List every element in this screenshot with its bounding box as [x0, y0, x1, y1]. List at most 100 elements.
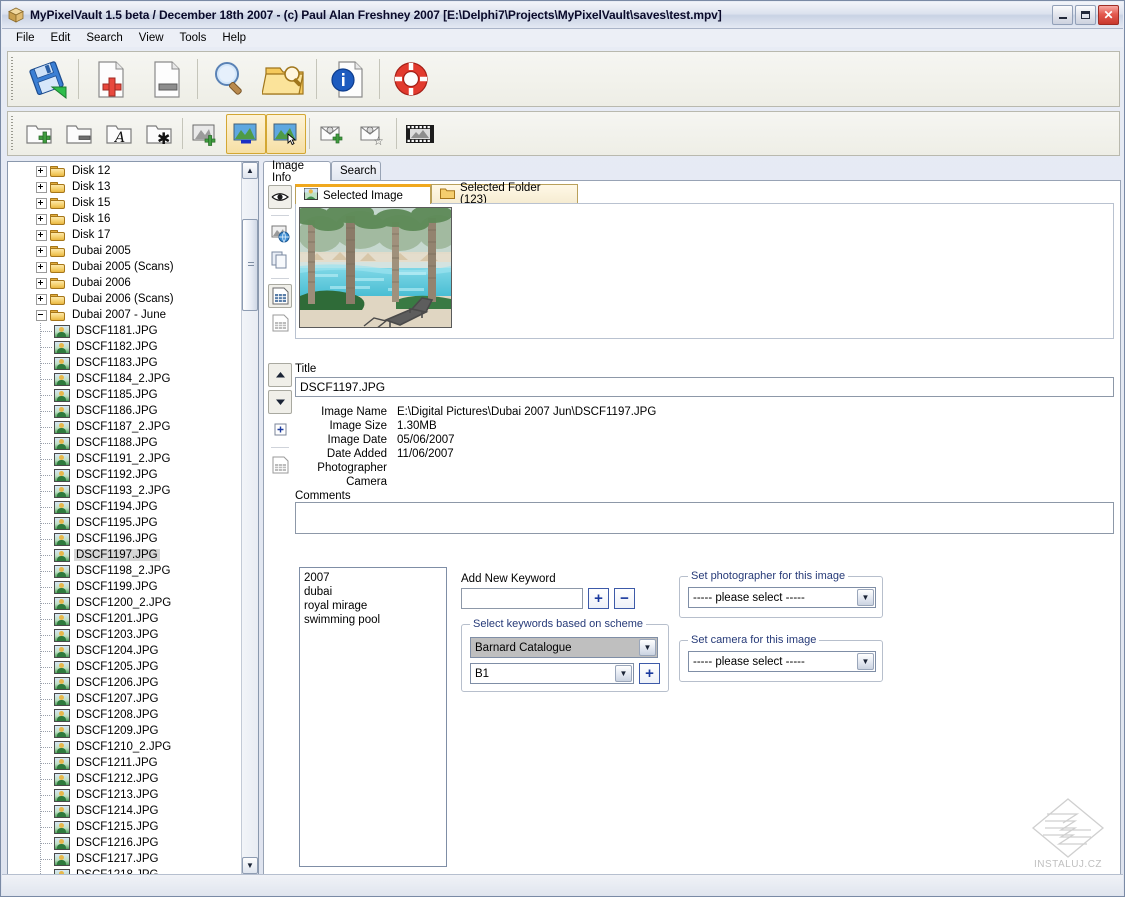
- expander-icon[interactable]: [36, 166, 47, 177]
- add-keyword-input[interactable]: [461, 588, 583, 609]
- expander-icon[interactable]: [36, 198, 47, 209]
- remove-image-button[interactable]: [138, 53, 194, 105]
- scroll-down-button[interactable]: ▼: [242, 857, 258, 874]
- select-picture-button[interactable]: [266, 114, 306, 154]
- list-item[interactable]: royal mirage: [304, 599, 442, 613]
- add-scheme-keyword-button[interactable]: +: [639, 663, 660, 684]
- scroll-up-button[interactable]: ▲: [242, 162, 258, 179]
- tree-file-node[interactable]: DSCF1200_2.JPG: [8, 595, 241, 611]
- tree-folder-node[interactable]: Dubai 2005 (Scans): [8, 259, 241, 275]
- tree-file-node[interactable]: DSCF1187_2.JPG: [8, 419, 241, 435]
- expander-icon[interactable]: [36, 214, 47, 225]
- image-tab-selected-image[interactable]: Selected Image: [295, 184, 431, 204]
- tree-file-node[interactable]: DSCF1193_2.JPG: [8, 483, 241, 499]
- tree-folder-node[interactable]: Disk 17: [8, 227, 241, 243]
- tree-file-node[interactable]: DSCF1201.JPG: [8, 611, 241, 627]
- tree-file-node[interactable]: DSCF1211.JPG: [8, 755, 241, 771]
- tree-file-node[interactable]: DSCF1181.JPG: [8, 323, 241, 339]
- chevron-down-icon[interactable]: ▼: [615, 665, 632, 682]
- add-folder-button[interactable]: [19, 114, 59, 154]
- expander-icon[interactable]: [36, 262, 47, 273]
- toolbar-gripper-2[interactable]: [9, 116, 16, 150]
- tree-file-node[interactable]: DSCF1218.JPG: [8, 867, 241, 874]
- tree-file-node[interactable]: DSCF1205.JPG: [8, 659, 241, 675]
- tree-file-node[interactable]: DSCF1208.JPG: [8, 707, 241, 723]
- tree-folder-node[interactable]: Disk 15: [8, 195, 241, 211]
- tree-folder-node[interactable]: Dubai 2005: [8, 243, 241, 259]
- tree-file-node[interactable]: DSCF1183.JPG: [8, 355, 241, 371]
- tree-folder-node[interactable]: Dubai 2006 (Scans): [8, 291, 241, 307]
- tree-file-node[interactable]: DSCF1198_2.JPG: [8, 563, 241, 579]
- grid-view-button[interactable]: [268, 284, 292, 308]
- tree-file-node[interactable]: DSCF1209.JPG: [8, 723, 241, 739]
- image-properties-button[interactable]: [268, 221, 292, 245]
- tree-file-node[interactable]: DSCF1214.JPG: [8, 803, 241, 819]
- remove-keyword-button[interactable]: −: [614, 588, 635, 609]
- photographer-select[interactable]: ----- please select ----- ▼: [688, 587, 876, 608]
- tree-folder-node[interactable]: Disk 16: [8, 211, 241, 227]
- tree-file-node[interactable]: DSCF1213.JPG: [8, 787, 241, 803]
- close-button[interactable]: ✕: [1098, 5, 1119, 25]
- tree-folder-node[interactable]: Dubai 2007 - June: [8, 307, 241, 323]
- info-button[interactable]: [320, 53, 376, 105]
- image-thumbnail[interactable]: [299, 207, 452, 328]
- tree-file-node[interactable]: DSCF1182.JPG: [8, 339, 241, 355]
- filmstrip-button[interactable]: [400, 114, 440, 154]
- tree-file-node[interactable]: DSCF1192.JPG: [8, 467, 241, 483]
- search-button[interactable]: [201, 53, 257, 105]
- tree-file-node[interactable]: DSCF1199.JPG: [8, 579, 241, 595]
- remove-folder-button[interactable]: [59, 114, 99, 154]
- tree-folder-node[interactable]: Disk 13: [8, 179, 241, 195]
- new-folder-star-button[interactable]: ✱: [139, 114, 179, 154]
- grid-small-view-button[interactable]: [268, 311, 292, 335]
- maximize-button[interactable]: [1075, 5, 1096, 25]
- title-input[interactable]: [295, 377, 1114, 397]
- expander-icon[interactable]: [36, 230, 47, 241]
- image-tab-selected-folder[interactable]: Selected Folder (123): [431, 184, 578, 203]
- scheme-item-select[interactable]: B1 ▼: [470, 663, 634, 684]
- tree-file-node[interactable]: DSCF1195.JPG: [8, 515, 241, 531]
- expander-icon[interactable]: [36, 182, 47, 193]
- tree-file-node[interactable]: DSCF1191_2.JPG: [8, 451, 241, 467]
- save-vault-button[interactable]: [19, 53, 75, 105]
- tree-file-node[interactable]: DSCF1210_2.JPG: [8, 739, 241, 755]
- tab-search[interactable]: Search: [331, 161, 381, 180]
- list-item[interactable]: 2007: [304, 571, 442, 585]
- menu-item-edit[interactable]: Edit: [43, 31, 79, 45]
- camera-select[interactable]: ----- please select ----- ▼: [688, 651, 876, 672]
- tree-file-node[interactable]: DSCF1207.JPG: [8, 691, 241, 707]
- copy-button[interactable]: [268, 248, 292, 272]
- tab-image-info[interactable]: Image Info: [263, 161, 331, 181]
- menu-item-help[interactable]: Help: [214, 31, 254, 45]
- scroll-thumb[interactable]: [242, 219, 258, 311]
- toolbar-gripper[interactable]: [9, 57, 16, 100]
- menu-item-view[interactable]: View: [131, 31, 172, 45]
- tree-file-node[interactable]: DSCF1185.JPG: [8, 387, 241, 403]
- tree-scrollbar[interactable]: ▲ ▼: [241, 162, 258, 874]
- menu-item-file[interactable]: File: [8, 31, 43, 45]
- expander-icon[interactable]: [36, 278, 47, 289]
- expander-icon[interactable]: [36, 310, 47, 321]
- keyword-list[interactable]: 2007dubairoyal mirageswimming pool: [299, 567, 447, 867]
- tree-file-node[interactable]: DSCF1194.JPG: [8, 499, 241, 515]
- menu-item-search[interactable]: Search: [78, 31, 130, 45]
- picture-properties-button[interactable]: [226, 114, 266, 154]
- expander-icon[interactable]: [36, 294, 47, 305]
- tree-file-node[interactable]: DSCF1186.JPG: [8, 403, 241, 419]
- tree-file-node[interactable]: DSCF1212.JPG: [8, 771, 241, 787]
- comments-input[interactable]: [295, 502, 1114, 534]
- list-item[interactable]: dubai: [304, 585, 442, 599]
- add-keyword-button[interactable]: +: [588, 588, 609, 609]
- minimize-button[interactable]: [1052, 5, 1073, 25]
- tree-file-node[interactable]: DSCF1217.JPG: [8, 851, 241, 867]
- tree-file-node[interactable]: DSCF1188.JPG: [8, 435, 241, 451]
- chevron-down-icon[interactable]: ▼: [639, 639, 656, 656]
- add-image-button[interactable]: [82, 53, 138, 105]
- detail-page-button[interactable]: [268, 453, 292, 477]
- folder-tree[interactable]: Disk 12Disk 13Disk 15Disk 16Disk 17Dubai…: [8, 162, 241, 874]
- favourite-contact-button[interactable]: ☆: [353, 114, 393, 154]
- add-contact-button[interactable]: [313, 114, 353, 154]
- chevron-down-icon[interactable]: ▼: [857, 653, 874, 670]
- tree-file-node[interactable]: DSCF1206.JPG: [8, 675, 241, 691]
- tree-folder-node[interactable]: Disk 12: [8, 163, 241, 179]
